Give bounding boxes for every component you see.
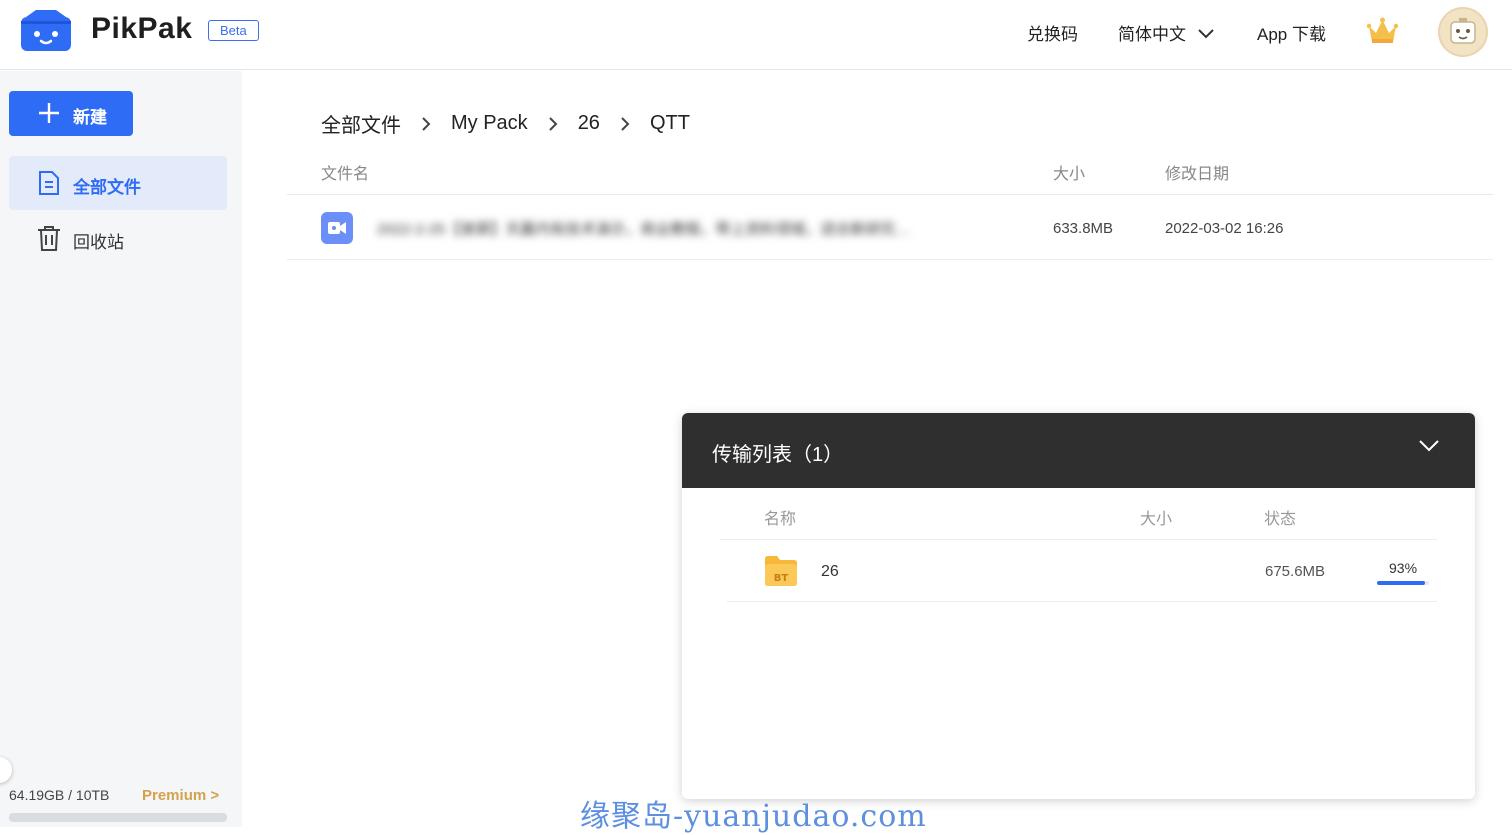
transfer-progress-fill: [1377, 581, 1426, 585]
transfer-progress-bar: [1377, 581, 1429, 585]
breadcrumb: 全部文件 My Pack 26 QTT: [321, 109, 690, 138]
new-button[interactable]: 新建: [9, 91, 133, 136]
transfer-progress-label: 93%: [1389, 560, 1418, 576]
crown-icon[interactable]: [1366, 16, 1399, 46]
new-button-label: 新建: [73, 108, 107, 127]
transfer-list-panel: 传输列表（1） 名称 大小 状态 BT 26 675.6MB 93%: [682, 413, 1475, 799]
beta-badge: Beta: [208, 20, 259, 41]
transfer-column-size: 大小: [1140, 511, 1173, 528]
svg-text:BT: BT: [774, 573, 789, 584]
chevron-right-icon: [621, 116, 630, 131]
transfer-panel-header[interactable]: 传输列表（1）: [682, 413, 1475, 488]
breadcrumb-26[interactable]: 26: [578, 112, 600, 135]
sidebar-item-trash[interactable]: 回收站: [9, 211, 227, 265]
column-header-size[interactable]: 大小: [1053, 160, 1085, 184]
sidebar-item-label: 回收站: [73, 233, 124, 252]
plus-icon: [39, 103, 59, 123]
file-name[interactable]: 2022-2-25【录屏】天赢内有技术演示，商业教程，带上资料领域，适合新研究…: [377, 218, 1027, 239]
column-header-name[interactable]: 文件名: [321, 160, 369, 184]
top-header: PikPak Beta 兑换码 简体中文 App 下载: [0, 0, 1512, 70]
breadcrumb-all-files[interactable]: 全部文件: [321, 109, 401, 138]
transfer-column-status: 状态: [1264, 511, 1297, 528]
storage-usage-bar: [9, 813, 227, 822]
transfer-item-name: 26: [821, 563, 839, 580]
transfer-row[interactable]: BT 26 675.6MB 93%: [727, 541, 1437, 602]
avatar[interactable]: [1438, 7, 1488, 57]
column-header-date[interactable]: 修改日期: [1165, 160, 1229, 184]
logo-text[interactable]: PikPak: [91, 12, 192, 46]
file-modified-date: 2022-03-02 16:26: [1165, 220, 1284, 237]
transfer-item-size: 675.6MB: [1265, 563, 1326, 580]
transfer-panel-title: 传输列表（1）: [712, 444, 844, 466]
language-selector[interactable]: 简体中文: [1118, 20, 1215, 45]
collapse-handle[interactable]: [0, 757, 12, 783]
file-table-header: 文件名 大小 修改日期: [287, 150, 1493, 195]
transfer-column-name: 名称: [764, 511, 797, 528]
sidebar-item-label: 全部文件: [73, 178, 141, 197]
video-icon: [321, 212, 353, 244]
document-icon: [39, 171, 59, 195]
breadcrumb-my-pack[interactable]: My Pack: [451, 112, 528, 135]
app-download-link[interactable]: App 下载: [1257, 20, 1326, 45]
chevron-down-icon[interactable]: [1418, 439, 1440, 453]
transfer-table-header: 名称 大小 状态: [720, 488, 1437, 540]
language-label: 简体中文: [1118, 25, 1186, 44]
storage-usage-text: 64.19GB / 10TB: [9, 787, 110, 803]
file-size: 633.8MB: [1053, 220, 1114, 237]
sidebar-item-all-files[interactable]: 全部文件: [9, 156, 227, 210]
breadcrumb-qtt[interactable]: QTT: [650, 112, 690, 135]
pikpak-logo-icon[interactable]: [20, 10, 72, 52]
chevron-right-icon: [548, 116, 558, 131]
avatar-robot-icon: [1450, 18, 1476, 44]
table-row[interactable]: 2022-2-25【录屏】天赢内有技术演示，商业教程，带上资料领域，适合新研究……: [287, 196, 1493, 260]
bt-folder-icon: BT: [765, 556, 797, 586]
chevron-down-icon: [1198, 28, 1214, 38]
sidebar: 新建 全部文件 回收站 64.19GB / 10TB Premium >: [0, 71, 242, 827]
trash-icon: [38, 226, 60, 251]
watermark-text: 缘聚岛-yuanjudao.com: [580, 799, 927, 834]
premium-link[interactable]: Premium >: [142, 787, 219, 804]
chevron-right-icon: [422, 116, 431, 131]
redeem-code-link[interactable]: 兑换码: [1027, 20, 1078, 45]
